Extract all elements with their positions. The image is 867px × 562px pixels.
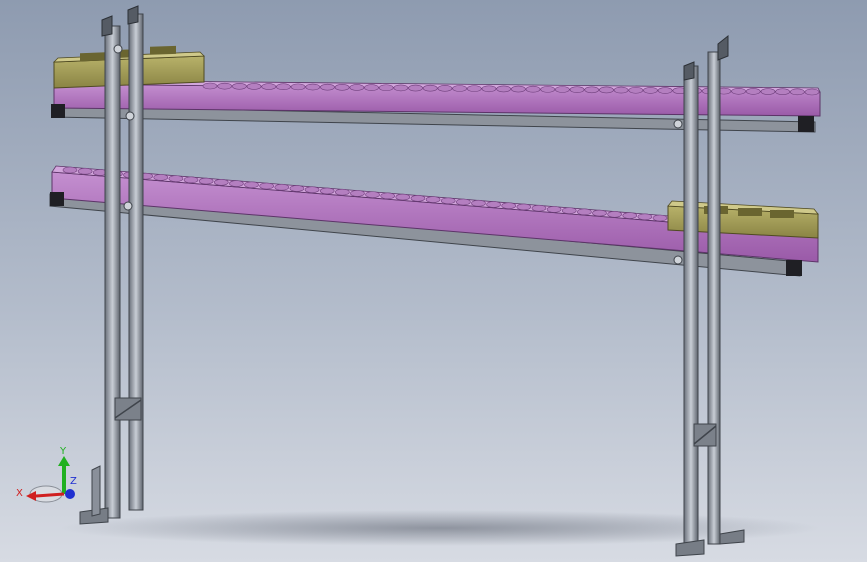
roller	[760, 88, 776, 95]
roller	[364, 84, 379, 91]
roller	[246, 83, 262, 90]
right-foot-front	[675, 539, 705, 557]
roller	[775, 88, 790, 96]
cad-viewport[interactable]: Y X Z	[0, 0, 867, 562]
roller	[276, 83, 291, 91]
roller	[244, 181, 259, 189]
roller	[349, 84, 365, 91]
conveyor-assembly-model[interactable]: Y X Z	[0, 0, 867, 562]
roller	[259, 182, 274, 190]
roller	[393, 84, 409, 92]
roller	[466, 85, 482, 92]
roller	[496, 85, 511, 93]
roller	[289, 185, 305, 192]
roller	[501, 202, 517, 209]
roller	[380, 192, 395, 200]
upper-conveyor-end-cap-right	[798, 116, 814, 132]
roller	[525, 85, 541, 93]
roller	[62, 166, 78, 174]
roller	[183, 176, 199, 184]
roller	[790, 88, 805, 96]
left-post-rear	[128, 13, 144, 511]
triad-z-label: Z	[70, 476, 77, 487]
roller	[319, 187, 335, 195]
roller	[486, 201, 501, 208]
roller	[657, 87, 673, 94]
roller	[555, 86, 570, 93]
roller	[516, 203, 532, 211]
upper-conveyor-end-cap-left	[51, 104, 65, 118]
roller	[335, 188, 350, 196]
roller	[731, 87, 746, 95]
roller	[305, 83, 321, 91]
roller	[456, 198, 471, 206]
roller	[471, 199, 486, 207]
triad-x-axis	[35, 492, 65, 498]
triad-x-label: X	[16, 488, 23, 499]
right-post-rear	[707, 51, 721, 545]
roller	[481, 85, 497, 93]
left-post-front	[104, 25, 121, 519]
lower-conveyor-end-cap-right	[786, 260, 802, 276]
roller	[425, 196, 441, 203]
roller	[599, 86, 614, 94]
roller	[229, 180, 244, 187]
roller	[577, 208, 592, 216]
roller	[153, 174, 169, 181]
roller	[569, 86, 585, 93]
roller	[198, 177, 214, 185]
roller	[652, 214, 668, 222]
roller	[395, 193, 411, 201]
roller	[290, 83, 306, 91]
right-post-front	[683, 65, 699, 553]
roller	[745, 88, 761, 95]
orientation-triad: Y X Z	[16, 446, 77, 503]
roller	[452, 85, 467, 92]
lower-conveyor-end-cap-left	[50, 192, 64, 206]
triad-z-axis	[65, 489, 75, 499]
roller	[408, 84, 423, 92]
roller	[440, 197, 456, 205]
roller	[168, 175, 184, 182]
roller	[77, 167, 93, 175]
roller	[437, 85, 453, 92]
roller	[511, 85, 526, 93]
roller	[378, 84, 394, 92]
roller	[320, 83, 335, 91]
roller	[637, 213, 653, 221]
roller	[202, 82, 218, 90]
roller	[531, 204, 547, 212]
roller	[217, 82, 232, 90]
triad-y-label: Y	[59, 446, 67, 457]
roller	[607, 211, 622, 218]
roller	[546, 206, 562, 213]
roller	[643, 87, 658, 94]
ground-shadow	[60, 510, 820, 546]
roller	[422, 84, 438, 92]
roller	[213, 179, 229, 186]
roller	[628, 86, 644, 94]
roller	[622, 212, 638, 219]
upper-conveyor[interactable]	[51, 79, 821, 133]
roller	[592, 209, 607, 217]
roller	[540, 86, 556, 93]
roller	[584, 86, 600, 94]
roller	[804, 88, 820, 96]
roller	[350, 190, 365, 197]
roller	[304, 186, 320, 193]
roller	[274, 183, 290, 191]
roller	[261, 83, 277, 90]
roller	[365, 191, 380, 198]
roller	[561, 207, 577, 214]
roller	[334, 84, 350, 91]
roller	[613, 86, 629, 94]
roller	[232, 82, 247, 90]
roller	[410, 195, 426, 202]
